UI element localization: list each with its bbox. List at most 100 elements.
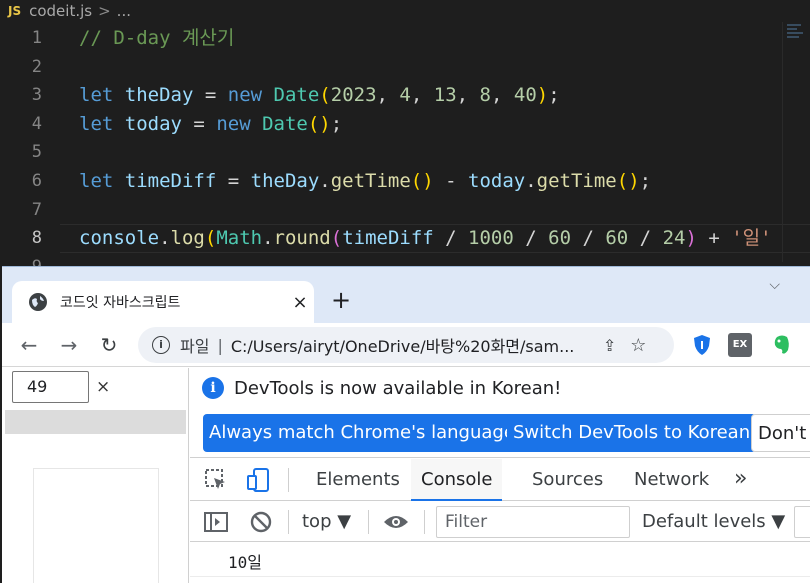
code-token: - bbox=[433, 169, 469, 192]
site-info-icon[interactable]: i bbox=[152, 336, 170, 354]
code-line[interactable]: 4 let today = new Date(); bbox=[0, 110, 810, 139]
find-close-icon[interactable]: × bbox=[96, 377, 110, 397]
code-token: Date bbox=[262, 112, 308, 135]
code-text[interactable]: let today = new Date(); bbox=[79, 110, 342, 139]
context-selector[interactable]: top ▼ bbox=[302, 502, 351, 542]
code-line[interactable]: 2 bbox=[0, 53, 810, 82]
code-token: 8 bbox=[479, 84, 491, 107]
code-token: ( bbox=[319, 84, 331, 107]
code-token: = bbox=[181, 112, 217, 135]
line-number: 2 bbox=[31, 56, 42, 77]
code-token: console bbox=[79, 227, 160, 250]
minimap[interactable] bbox=[782, 22, 810, 262]
code-line[interactable]: 8 console.log(Math.round(timeDiff / 1000 … bbox=[0, 224, 810, 253]
tab-console[interactable]: Console bbox=[411, 459, 503, 501]
code-token: ; bbox=[330, 112, 343, 135]
more-tabs-icon[interactable]: » bbox=[734, 459, 747, 499]
code-text[interactable]: let theDay = new Date(2023, 4, 13, 8, 40… bbox=[79, 81, 560, 110]
code-line[interactable]: 1 // D-day 계산기 bbox=[0, 24, 810, 53]
code-line[interactable]: 7 bbox=[0, 196, 810, 225]
toolbar-divider bbox=[424, 510, 425, 534]
always-match-language-button[interactable]: Always match Chrome's language bbox=[203, 414, 521, 452]
code-token: let bbox=[79, 169, 114, 192]
console-log-line: 10일 bbox=[228, 553, 262, 572]
share-icon[interactable]: ⇪ bbox=[603, 336, 616, 355]
tab-search-icon[interactable]: ⌵ bbox=[769, 277, 780, 293]
evernote-extension-icon[interactable] bbox=[770, 333, 794, 357]
code-lines[interactable]: 1 // D-day 계산기 2 3 let theDay = new Date(202… bbox=[0, 24, 810, 270]
code-token: . bbox=[159, 227, 171, 250]
code-text[interactable]: let timeDiff = theDay.getTime() - today.… bbox=[79, 167, 651, 196]
notice-message: DevTools is now available in Korean! bbox=[234, 378, 562, 399]
inspect-element-icon[interactable] bbox=[204, 468, 228, 492]
dont-show-again-button[interactable]: Don't s bbox=[751, 414, 810, 452]
tab-title: 코드잇 자바스크립트 bbox=[60, 295, 181, 311]
code-line[interactable]: 6 let timeDiff = theDay.getTime() - today… bbox=[0, 167, 810, 196]
code-token: + bbox=[696, 227, 732, 250]
browser-toolbar: ← → ↻ i 파일 | C:/Users/airyt/OneDrive/바탕%… bbox=[2, 323, 810, 367]
code-token: 1000 bbox=[468, 227, 514, 250]
code-editor[interactable]: JS codeit.js > ... 1 // D-day 계산기 2 3 let th… bbox=[0, 0, 810, 270]
code-token: new bbox=[227, 84, 263, 107]
code-token: / bbox=[628, 227, 663, 250]
code-token: . bbox=[525, 169, 537, 192]
new-tab-button[interactable]: + bbox=[327, 286, 355, 314]
clear-console-icon[interactable] bbox=[250, 511, 272, 533]
code-line[interactable]: 3 let theDay = new Date(2023, 4, 13, 8, 4… bbox=[0, 81, 810, 110]
code-token: 2023 bbox=[330, 84, 377, 107]
code-token: , bbox=[376, 84, 400, 107]
console-filter-input[interactable]: Filter bbox=[436, 506, 630, 538]
bookmark-star-icon[interactable]: ☆ bbox=[630, 335, 646, 356]
code-token: ( bbox=[204, 227, 217, 250]
tab-network[interactable]: Network bbox=[624, 459, 719, 501]
code-token: ) bbox=[685, 227, 697, 250]
shield-extension-icon[interactable] bbox=[690, 333, 714, 357]
ex-extension-icon[interactable]: EX bbox=[728, 333, 752, 357]
back-button[interactable]: ← bbox=[15, 331, 43, 359]
find-input[interactable]: 49 bbox=[12, 371, 89, 403]
code-token: 40 bbox=[513, 84, 537, 107]
toolbar-divider bbox=[288, 510, 289, 534]
console-output: 10일 › bbox=[190, 543, 810, 583]
code-token: // D-day 계산기 bbox=[79, 27, 235, 49]
code-text[interactable]: // D-day 계산기 bbox=[79, 24, 234, 53]
tab-elements[interactable]: Elements bbox=[306, 459, 410, 501]
code-token: () bbox=[410, 169, 434, 192]
code-token: round bbox=[273, 227, 331, 250]
code-text[interactable]: console.log(Math.round(timeDiff / 1000 /… bbox=[79, 224, 772, 253]
line-number: 6 bbox=[31, 170, 42, 191]
breadcrumb-more[interactable]: ... bbox=[117, 2, 131, 20]
code-token: 24 bbox=[662, 227, 686, 250]
line-number: 7 bbox=[31, 199, 42, 220]
console-prompt-icon[interactable]: › bbox=[204, 579, 210, 583]
switch-to-korean-button[interactable]: Switch DevTools to Korean bbox=[507, 414, 757, 452]
code-token: Math bbox=[216, 227, 263, 250]
code-token: timeDiff bbox=[342, 227, 434, 250]
device-toolbar-icon[interactable] bbox=[246, 467, 272, 493]
browser-tab[interactable]: 코드잇 자바스크립트 × bbox=[12, 281, 314, 323]
address-url[interactable]: C:/Users/airyt/OneDrive/바탕%20화면/sam... bbox=[231, 333, 591, 357]
reload-button[interactable]: ↻ bbox=[95, 331, 123, 359]
code-token: timeDiff bbox=[124, 169, 217, 192]
live-expression-eye-icon[interactable] bbox=[382, 512, 410, 532]
code-token: ) bbox=[536, 84, 549, 107]
tab-close-icon[interactable]: × bbox=[286, 292, 314, 313]
address-separator: | bbox=[217, 335, 223, 355]
tab-sources[interactable]: Sources bbox=[522, 459, 613, 501]
console-settings-box[interactable] bbox=[794, 506, 810, 538]
code-token: 4 bbox=[399, 84, 411, 107]
line-number: 1 bbox=[31, 28, 42, 48]
console-sidebar-icon[interactable] bbox=[204, 512, 228, 532]
page-viewport[interactable]: 49 × bbox=[2, 368, 189, 583]
log-levels-dropdown[interactable]: Default levels ▼ bbox=[642, 502, 785, 542]
forward-button[interactable]: → bbox=[55, 331, 83, 359]
address-bar[interactable]: i 파일 | C:/Users/airyt/OneDrive/바탕%20화면/s… bbox=[138, 327, 674, 363]
breadcrumb-file[interactable]: codeit.js bbox=[29, 2, 92, 20]
code-token: / bbox=[433, 227, 469, 250]
code-line[interactable]: 5 bbox=[0, 138, 810, 167]
tabs-divider bbox=[288, 468, 289, 492]
devtools-tabs: Elements Console Sources Network » bbox=[190, 459, 810, 501]
code-token: today bbox=[124, 112, 182, 135]
